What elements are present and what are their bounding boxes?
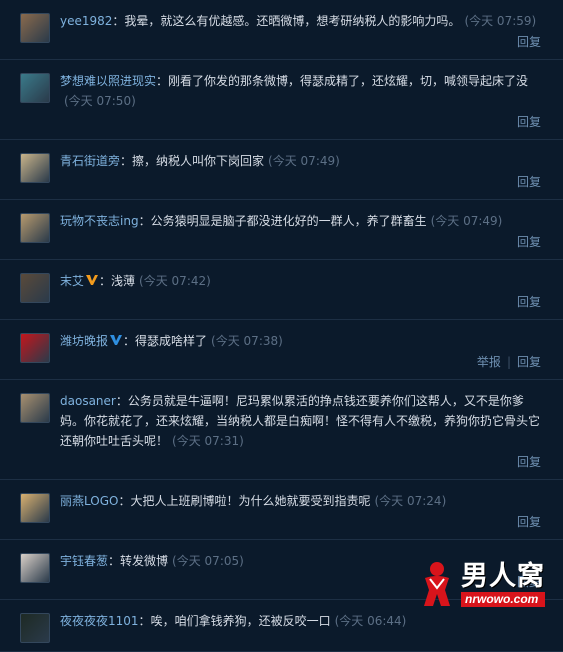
comment-text: 大把人上班刷博啦！为什么她就要受到指责呢 <box>130 494 371 508</box>
comment-actions: 回复 <box>60 113 541 131</box>
comment-item: 潍坊晚报 ：得瑟成啥样了 (今天 07:38) 举报 | 回复 <box>0 320 563 380</box>
avatar[interactable] <box>20 333 50 363</box>
report-link[interactable]: 举报 <box>477 355 501 369</box>
comment-text: 浅薄 <box>111 274 136 288</box>
site-watermark: 男人窝 nrwowo.com <box>417 559 557 609</box>
colon-separator: ： <box>108 554 121 568</box>
comment-username[interactable]: 梦想难以照进现实 <box>60 74 156 88</box>
comment-text: 唉，咱们拿钱养狗，还被反咬一口 <box>150 614 331 628</box>
comment-text: 刚看了你发的那条微博，得瑟成精了，还炫耀，切，喊领导起床了没 <box>168 74 529 88</box>
comment-actions: 回复 <box>60 453 541 471</box>
colon-separator: ： <box>112 14 125 28</box>
comment-item: 梦想难以照进现实：刚看了你发的那条微博，得瑟成精了，还炫耀，切，喊领导起床了没 (… <box>0 60 563 140</box>
brand-logo-icon <box>417 560 459 608</box>
comment-timestamp: (今天 07:38) <box>211 334 283 348</box>
comment-body: 青石街道旁：擦，纳税人叫你下岗回家 (今天 07:49) <box>60 151 541 171</box>
comment-timestamp: (今天 07:50) <box>64 94 136 108</box>
comment-actions: 回复 <box>60 173 541 191</box>
comment-text: 公务员就是牛逼啊！尼玛累似累活的挣点钱还要养你们这帮人，又不是你爹妈。你花就花了… <box>60 394 541 448</box>
reply-link[interactable]: 回复 <box>517 295 541 309</box>
comment-body: 玩物不丧志ing：公务猿明显是脑子都没进化好的一群人，养了群畜生 (今天 07:4… <box>60 211 541 231</box>
reply-link[interactable]: 回复 <box>517 355 541 369</box>
avatar[interactable] <box>20 273 50 303</box>
colon-separator: ： <box>118 494 131 508</box>
comment-body: yee1982：我晕，就这么有优越感。还晒微博，想考研纳税人的影响力吗。 (今天 … <box>60 11 541 31</box>
comment-body: 夜夜夜夜1101：唉，咱们拿钱养狗，还被反咬一口 (今天 06:44) <box>60 611 541 631</box>
colon-separator: ： <box>123 334 136 348</box>
comment-body: 末艾 ：浅薄 (今天 07:42) <box>60 271 541 291</box>
verified-badge-icon <box>110 335 123 345</box>
reply-link[interactable]: 回复 <box>517 175 541 189</box>
comment-item: yee1982：我晕，就这么有优越感。还晒微博，想考研纳税人的影响力吗。 (今天 … <box>0 0 563 60</box>
avatar[interactable] <box>20 13 50 43</box>
comment-actions: 回复 <box>60 233 541 251</box>
comment-item: 末艾 ：浅薄 (今天 07:42) 回复 <box>0 260 563 320</box>
comment-item: 丽燕LOGO：大把人上班刷博啦！为什么她就要受到指责呢 (今天 07:24) 回复 <box>0 480 563 540</box>
comment-actions: 回复 <box>60 513 541 531</box>
comment-username[interactable]: 末艾 <box>60 274 84 288</box>
avatar[interactable] <box>20 553 50 583</box>
comment-body: 潍坊晚报 ：得瑟成啥样了 (今天 07:38) <box>60 331 541 351</box>
comment-timestamp: (今天 07:31) <box>172 434 244 448</box>
comment-text: 转发微博 <box>120 554 169 568</box>
comment-timestamp: (今天 07:42) <box>139 274 211 288</box>
comment-item: 青石街道旁：擦，纳税人叫你下岗回家 (今天 07:49) 回复 <box>0 140 563 200</box>
avatar[interactable] <box>20 493 50 523</box>
watermark-brand: 男人窝 <box>461 560 545 592</box>
colon-separator: ： <box>120 154 133 168</box>
reply-link[interactable]: 回复 <box>517 455 541 469</box>
reply-link[interactable]: 回复 <box>517 35 541 49</box>
comment-username[interactable]: 青石街道旁 <box>60 154 120 168</box>
avatar[interactable] <box>20 393 50 423</box>
comment-timestamp: (今天 07:59) <box>464 14 537 28</box>
comment-timestamp: (今天 07:49) <box>268 154 340 168</box>
comment-item: 玩物不丧志ing：公务猿明显是脑子都没进化好的一群人，养了群畜生 (今天 07:4… <box>0 200 563 260</box>
comment-username[interactable]: 潍坊晚报 <box>60 334 108 348</box>
comment-username[interactable]: 丽燕LOGO <box>60 494 118 508</box>
colon-separator: ： <box>138 614 151 628</box>
comment-body: 丽燕LOGO：大把人上班刷博啦！为什么她就要受到指责呢 (今天 07:24) <box>60 491 541 511</box>
comment-list: yee1982：我晕，就这么有优越感。还晒微博，想考研纳税人的影响力吗。 (今天 … <box>0 0 563 652</box>
comment-actions: 举报 | 回复 <box>60 353 541 371</box>
comment-text: 擦，纳税人叫你下岗回家 <box>132 154 265 168</box>
avatar[interactable] <box>20 213 50 243</box>
comment-timestamp: (今天 07:05) <box>172 554 244 568</box>
comment-username[interactable]: 玩物不丧志ing <box>60 214 139 228</box>
comment-text: 得瑟成啥样了 <box>135 334 208 348</box>
comment-timestamp: (今天 07:24) <box>374 494 447 508</box>
comment-actions: 回复 <box>60 293 541 311</box>
colon-separator: ： <box>156 74 169 88</box>
comment-username[interactable]: daosaner <box>60 394 116 408</box>
colon-separator: ： <box>138 214 151 228</box>
comment-username[interactable]: 宇钰春葱 <box>60 554 108 568</box>
comment-actions: 回复 <box>60 33 541 51</box>
comment-username[interactable]: yee1982 <box>60 14 112 28</box>
comment-item: daosaner：公务员就是牛逼啊！尼玛累似累活的挣点钱还要养你们这帮人，又不是… <box>0 380 563 480</box>
comment-timestamp: (今天 07:49) <box>430 214 503 228</box>
watermark-url: nrwowo.com <box>461 591 545 607</box>
reply-link[interactable]: 回复 <box>517 115 541 129</box>
avatar[interactable] <box>20 613 50 643</box>
verified-badge-icon <box>86 275 99 285</box>
comment-text: 公务猿明显是脑子都没进化好的一群人，养了群畜生 <box>150 214 427 228</box>
comment-text: 我晕，就这么有优越感。还晒微博，想考研纳税人的影响力吗。 <box>124 14 461 28</box>
reply-link[interactable]: 回复 <box>517 235 541 249</box>
colon-separator: ： <box>115 394 128 408</box>
colon-separator: ： <box>99 274 112 288</box>
avatar[interactable] <box>20 153 50 183</box>
comment-timestamp: (今天 06:44) <box>334 614 407 628</box>
action-divider: | <box>506 355 511 369</box>
comment-username[interactable]: 夜夜夜夜1101 <box>60 614 139 628</box>
reply-link[interactable]: 回复 <box>517 515 541 529</box>
avatar[interactable] <box>20 73 50 103</box>
comment-body: daosaner：公务员就是牛逼啊！尼玛累似累活的挣点钱还要养你们这帮人，又不是… <box>60 391 541 451</box>
comment-body: 梦想难以照进现实：刚看了你发的那条微博，得瑟成精了，还炫耀，切，喊领导起床了没 (… <box>60 71 541 111</box>
